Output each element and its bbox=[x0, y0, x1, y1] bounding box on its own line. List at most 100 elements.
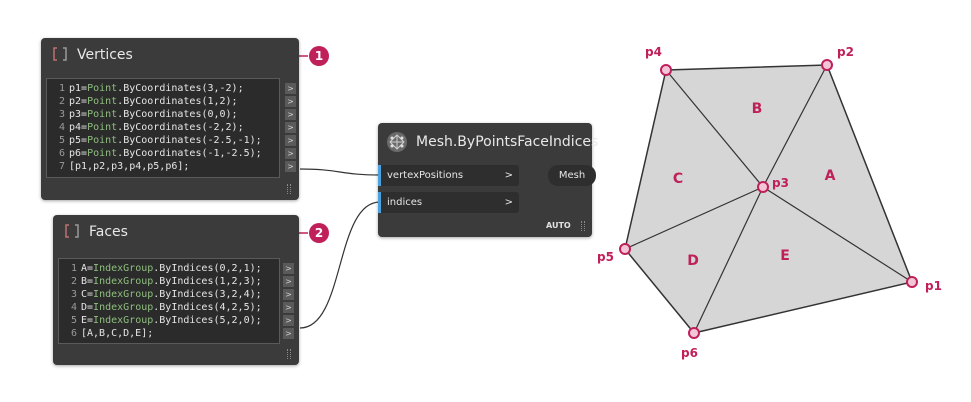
mesh-node-header[interactable]: Mesh.ByPointsFaceIndices bbox=[378, 123, 598, 161]
output-port[interactable]: > bbox=[285, 96, 296, 107]
code-text: A= bbox=[81, 263, 94, 274]
code-class-name: IndexGroup bbox=[93, 302, 154, 313]
callout-badge-2: 2 bbox=[309, 223, 329, 243]
code-text: p1= bbox=[69, 83, 88, 94]
code-text: B= bbox=[81, 276, 94, 287]
code-class-name: IndexGroup bbox=[93, 289, 154, 300]
code-line[interactable]: 2 p2=Point.ByCoordinates(1,2); bbox=[47, 95, 238, 108]
code-text: .ByIndices(5,2,0); bbox=[153, 315, 262, 326]
lacing-label[interactable]: AUTO bbox=[546, 221, 571, 230]
faces-code-editor[interactable]: 1 A=IndexGroup.ByIndices(0,2,1); 2 B=IndexG… bbox=[58, 258, 280, 344]
line-number: 1 bbox=[58, 83, 65, 94]
code-text: .ByCoordinates(-2,2); bbox=[117, 122, 244, 133]
line-number: 6 bbox=[70, 328, 77, 339]
callout-badge-1: 1 bbox=[309, 46, 329, 66]
output-port[interactable]: > bbox=[285, 161, 296, 172]
input-port-label: vertexPositions bbox=[387, 170, 464, 181]
code-line[interactable]: 1 A=IndexGroup.ByIndices(0,2,1); bbox=[59, 262, 262, 275]
vertices-code-editor[interactable]: 1 p1=Point.ByCoordinates(3,-2); 2 p2=Point.… bbox=[46, 78, 280, 178]
code-class-name: Point bbox=[87, 109, 118, 120]
output-port[interactable]: > bbox=[285, 122, 296, 133]
line-number: 3 bbox=[70, 289, 77, 300]
code-block-icon bbox=[65, 224, 79, 238]
output-port[interactable]: > bbox=[283, 328, 294, 339]
line-number: 3 bbox=[58, 109, 65, 120]
code-text: C= bbox=[81, 289, 94, 300]
line-number: 2 bbox=[70, 276, 77, 287]
code-text: p2= bbox=[69, 96, 88, 107]
output-port[interactable]: > bbox=[285, 109, 296, 120]
resize-grip-icon[interactable] bbox=[287, 184, 291, 194]
code-text: D= bbox=[81, 302, 94, 313]
line-number: 7 bbox=[58, 161, 65, 172]
code-line[interactable]: 4 p4=Point.ByCoordinates(-2,2); bbox=[47, 121, 244, 134]
code-text: p4= bbox=[69, 122, 88, 133]
code-line[interactable]: 3 p3=Point.ByCoordinates(0,0); bbox=[47, 108, 238, 121]
output-port[interactable]: > bbox=[283, 276, 294, 287]
mesh-node-title: Mesh.ByPointsFaceIndices bbox=[416, 134, 599, 150]
code-text: [p1,p2,p3,p4,p5,p6]; bbox=[69, 161, 190, 172]
output-port[interactable]: > bbox=[283, 263, 294, 274]
code-text: .ByIndices(0,2,1); bbox=[153, 263, 262, 274]
line-number: 5 bbox=[58, 135, 65, 146]
faces-node-header[interactable]: Faces bbox=[53, 215, 299, 250]
input-port-indices[interactable]: indices > bbox=[378, 192, 519, 213]
code-class-name: Point bbox=[87, 96, 118, 107]
code-class-name: IndexGroup bbox=[93, 315, 154, 326]
chevron-right-icon: > bbox=[504, 197, 513, 208]
vertices-node-header[interactable]: Vertices bbox=[41, 38, 299, 73]
mesh-by-points-face-indices-node[interactable]: Mesh.ByPointsFaceIndices vertexPositions… bbox=[378, 123, 598, 237]
code-block-icon bbox=[53, 47, 67, 61]
code-line[interactable]: 2 B=IndexGroup.ByIndices(1,2,3); bbox=[59, 275, 262, 288]
code-text: p3= bbox=[69, 109, 88, 120]
port-indicator bbox=[378, 192, 381, 213]
code-line[interactable]: 4 D=IndexGroup.ByIndices(4,2,5); bbox=[59, 301, 262, 314]
code-line[interactable]: 7 [p1,p2,p3,p4,p5,p6]; bbox=[47, 160, 189, 173]
code-line[interactable]: 6 p6=Point.ByCoordinates(-1,-2.5); bbox=[47, 147, 262, 160]
faces-node-title: Faces bbox=[89, 224, 128, 240]
resize-grip-icon[interactable] bbox=[581, 221, 585, 231]
code-class-name: IndexGroup bbox=[93, 276, 154, 287]
code-text: [A,B,C,D,E]; bbox=[81, 328, 154, 339]
code-class-name: Point bbox=[87, 122, 118, 133]
code-line[interactable]: 6 [A,B,C,D,E]; bbox=[59, 327, 153, 340]
code-text: p5= bbox=[69, 135, 88, 146]
code-text: .ByCoordinates(0,0); bbox=[117, 109, 238, 120]
code-text: .ByIndices(3,2,4); bbox=[153, 289, 262, 300]
input-port-label: indices bbox=[387, 197, 423, 208]
input-port-vertexpositions[interactable]: vertexPositions > bbox=[378, 165, 519, 186]
output-port-mesh[interactable]: Mesh bbox=[548, 165, 596, 186]
code-text: .ByCoordinates(1,2); bbox=[117, 96, 238, 107]
chevron-right-icon: > bbox=[504, 170, 513, 181]
code-class-name: IndexGroup bbox=[93, 263, 154, 274]
code-text: E= bbox=[81, 315, 94, 326]
vertices-node-title: Vertices bbox=[77, 47, 133, 63]
mesh-node-icon bbox=[387, 132, 407, 152]
output-port[interactable]: > bbox=[283, 315, 294, 326]
output-port[interactable]: > bbox=[285, 135, 296, 146]
port-indicator bbox=[378, 165, 381, 186]
faces-code-block-node[interactable]: Faces 1 A=IndexGroup.ByIndices(0,2,1); 2 B=… bbox=[53, 215, 299, 365]
line-number: 5 bbox=[70, 315, 77, 326]
wire-vertices-to-vertexpositions bbox=[299, 168, 381, 176]
resize-grip-icon[interactable] bbox=[287, 349, 291, 359]
code-text: .ByCoordinates(3,-2); bbox=[117, 83, 244, 94]
code-line[interactable]: 5 p5=Point.ByCoordinates(-2.5,-1); bbox=[47, 134, 262, 147]
line-number: 6 bbox=[58, 148, 65, 159]
code-class-name: Point bbox=[87, 83, 118, 94]
output-port[interactable]: > bbox=[285, 83, 296, 94]
code-text: .ByIndices(4,2,5); bbox=[153, 302, 262, 313]
vertices-code-block-node[interactable]: Vertices 1 p1=Point.ByCoordinates(3,-2); 2… bbox=[41, 38, 299, 200]
line-number: 4 bbox=[70, 302, 77, 313]
code-class-name: Point bbox=[87, 148, 118, 159]
code-text: p6= bbox=[69, 148, 88, 159]
output-port[interactable]: > bbox=[283, 302, 294, 313]
code-line[interactable]: 5 E=IndexGroup.ByIndices(5,2,0); bbox=[59, 314, 262, 327]
line-number: 4 bbox=[58, 122, 65, 133]
output-port[interactable]: > bbox=[285, 148, 296, 159]
output-port[interactable]: > bbox=[283, 289, 294, 300]
code-line[interactable]: 1 p1=Point.ByCoordinates(3,-2); bbox=[47, 82, 244, 95]
code-text: .ByCoordinates(-2.5,-1); bbox=[117, 135, 262, 146]
code-line[interactable]: 3 C=IndexGroup.ByIndices(3,2,4); bbox=[59, 288, 262, 301]
wire-faces-to-indices bbox=[299, 201, 381, 329]
